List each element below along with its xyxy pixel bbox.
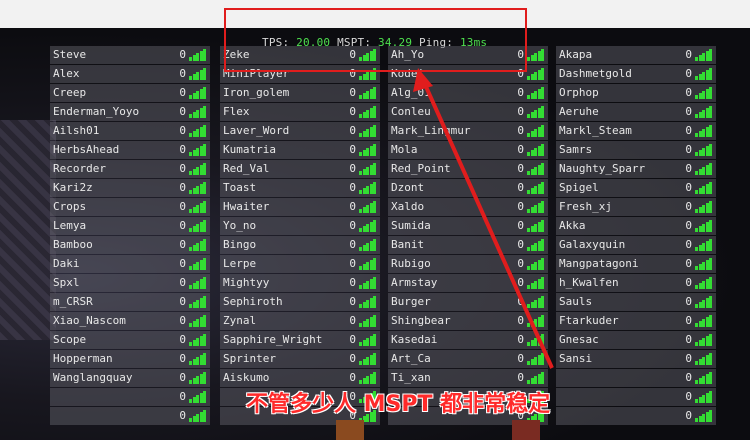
caption-text: 不管多少人 MSPT 都非常稳定 — [246, 392, 551, 417]
red-arrow-icon — [413, 68, 554, 369]
block-decoration — [336, 420, 364, 440]
block-decoration — [512, 420, 540, 440]
